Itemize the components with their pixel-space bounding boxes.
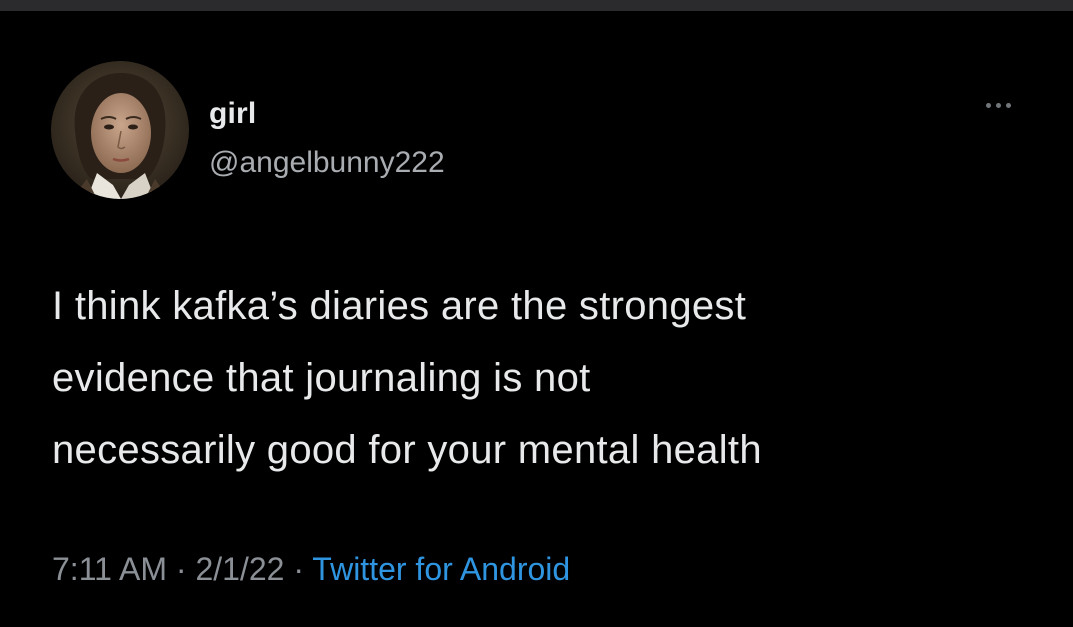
tweet-source-link[interactable]: Twitter for Android bbox=[312, 551, 570, 587]
tweet-card: girl @angelbunny222 I think kafka’s diar… bbox=[0, 11, 1073, 627]
display-name[interactable]: girl bbox=[209, 97, 256, 131]
tweet-time[interactable]: 7:11 AM bbox=[52, 551, 167, 587]
tweet-metadata: 7:11 AM · 2/1/22 · Twitter for Android bbox=[52, 549, 570, 589]
more-options-button[interactable] bbox=[978, 93, 1026, 117]
more-dot bbox=[996, 103, 1001, 108]
tweet-date[interactable]: 2/1/22 bbox=[195, 551, 284, 587]
tweet-text-line: necessarily good for your mental health bbox=[52, 428, 762, 472]
tweet-text-line: evidence that journaling is not bbox=[52, 356, 591, 400]
avatar-image bbox=[51, 61, 189, 199]
more-horizontal-icon bbox=[986, 103, 991, 108]
more-dot bbox=[1006, 103, 1011, 108]
top-border-strip bbox=[0, 0, 1073, 11]
meta-separator: · bbox=[293, 551, 304, 587]
tweet-text-line: I think kafka’s diaries are the stronges… bbox=[52, 284, 747, 328]
user-handle[interactable]: @angelbunny222 bbox=[209, 146, 445, 180]
meta-separator: · bbox=[175, 551, 187, 587]
avatar[interactable] bbox=[51, 61, 189, 199]
tweet-text: I think kafka’s diaries are the stronges… bbox=[52, 270, 1052, 486]
